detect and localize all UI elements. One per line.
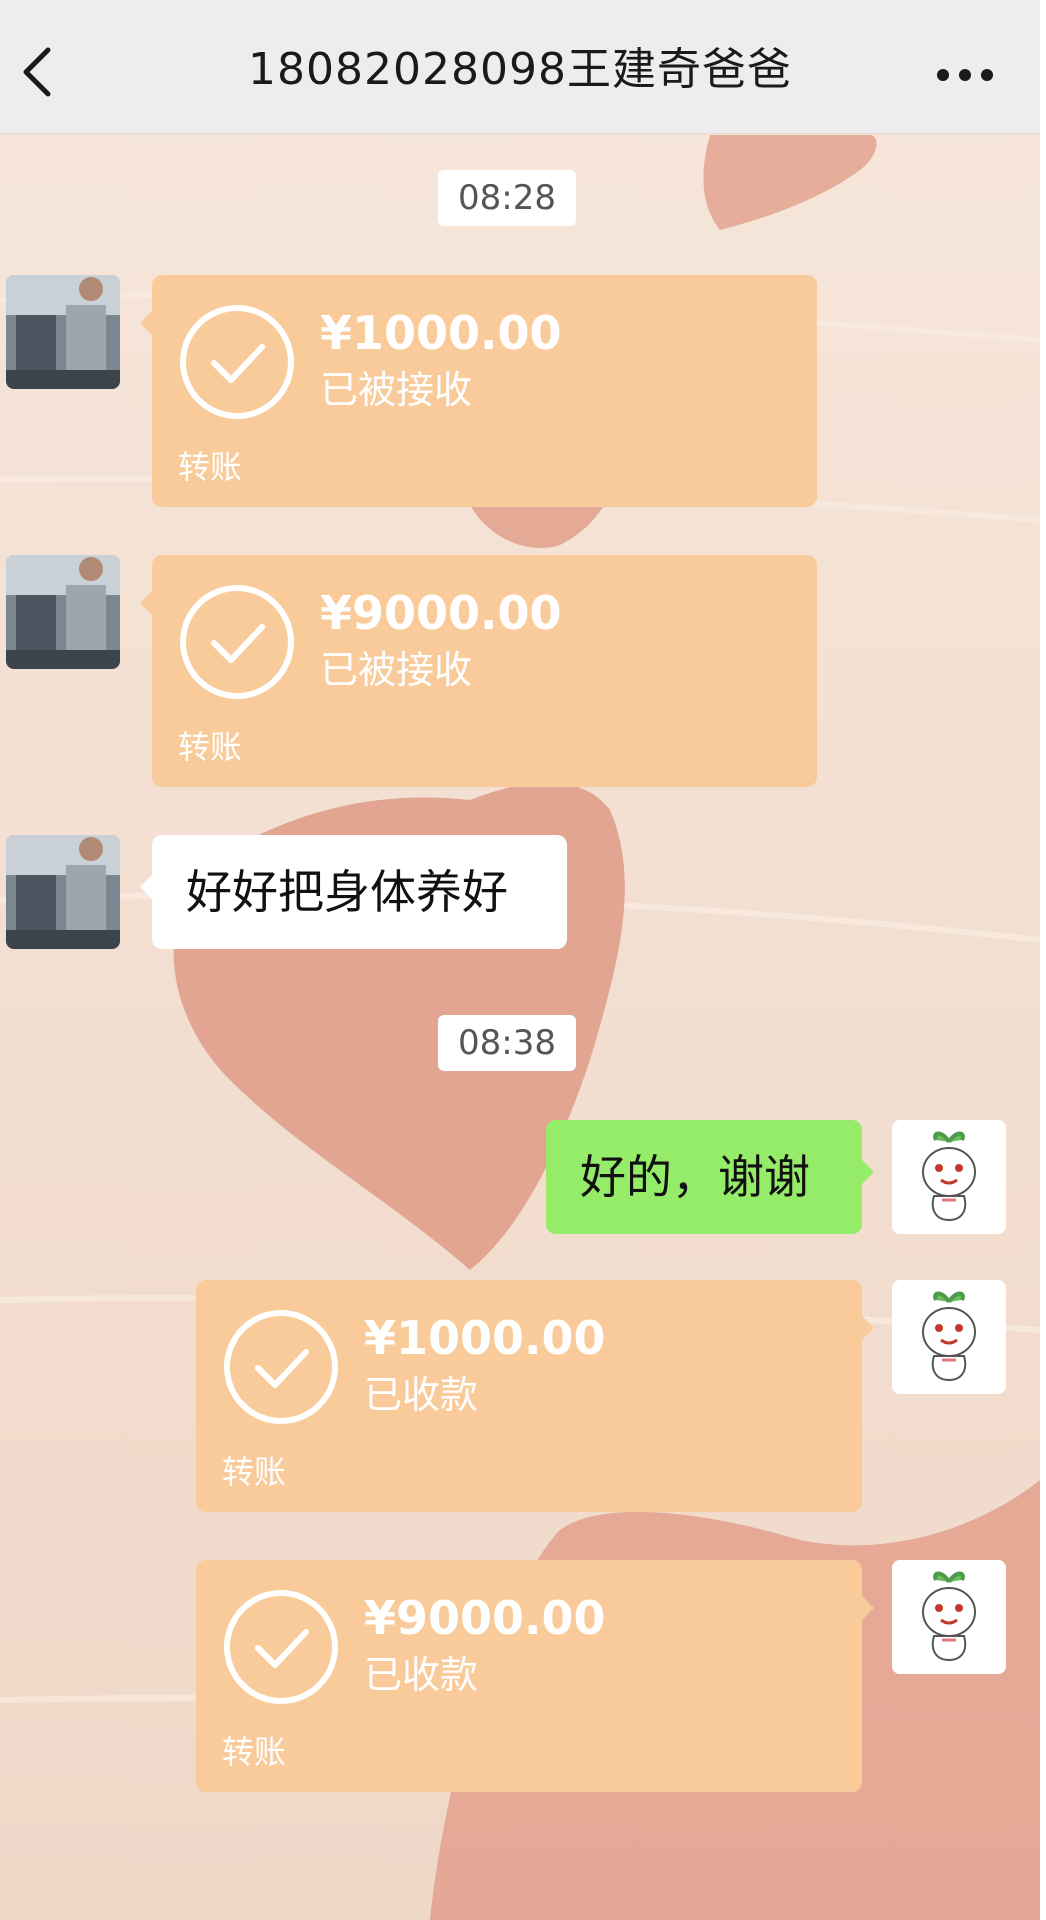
- transfer-card[interactable]: ¥9000.00 已被接收 转账: [140, 555, 817, 787]
- transfer-status: 已被接收: [320, 648, 473, 692]
- bubble-tail: [140, 591, 152, 615]
- back-button[interactable]: [8, 36, 68, 106]
- bubble-tail: [862, 1596, 874, 1620]
- chat-title: 18082028098王建奇爸爸: [248, 44, 792, 95]
- more-horizontal-icon: [937, 69, 993, 81]
- transfer-amount: ¥1000.00: [320, 306, 562, 360]
- contact-avatar[interactable]: [6, 835, 120, 949]
- transfer-amount: ¥1000.00: [364, 1311, 606, 1365]
- sticker-avatar: [892, 1120, 1006, 1234]
- check-circle-icon: [180, 585, 294, 699]
- chevron-left-icon: [23, 47, 51, 97]
- transfer-label: 转账: [222, 1733, 287, 1771]
- sent-message-bubble[interactable]: 好的，谢谢: [546, 1120, 874, 1234]
- check-circle-icon: [224, 1310, 338, 1424]
- timestamp-chip: 08:38: [438, 1015, 576, 1071]
- avatar-photo: [6, 835, 120, 949]
- page-margin: [1040, 0, 1046, 1920]
- transfer-card[interactable]: ¥1000.00 已收款 转账: [196, 1280, 874, 1512]
- sticker-avatar: [892, 1560, 1006, 1674]
- my-avatar[interactable]: [892, 1120, 1006, 1234]
- contact-avatar[interactable]: [6, 275, 120, 389]
- transfer-status: 已收款: [364, 1653, 479, 1697]
- transfer-card[interactable]: ¥1000.00 已被接收 转账: [140, 275, 817, 507]
- my-avatar[interactable]: [892, 1280, 1006, 1394]
- transfer-status: 已被接收: [320, 368, 473, 412]
- bubble-tail: [862, 1160, 874, 1184]
- bubble-tail: [140, 875, 152, 899]
- transfer-label: 转账: [222, 1453, 287, 1491]
- message-text: 好的，谢谢: [580, 1150, 810, 1204]
- message-text: 好好把身体养好: [186, 865, 508, 919]
- my-avatar[interactable]: [892, 1560, 1006, 1674]
- sticker-avatar: [892, 1280, 1006, 1394]
- timestamp-chip: 08:28: [438, 170, 576, 226]
- chat-screen: 18082028098王建奇爸爸 08:28 ¥1000.00 已被接收 转账 …: [0, 0, 1040, 1920]
- screen: 18082028098王建奇爸爸 08:28 ¥1000.00 已被接收 转账 …: [0, 0, 1046, 1920]
- bubble-tail: [862, 1316, 874, 1340]
- transfer-label: 转账: [178, 448, 243, 486]
- chat-header: 18082028098王建奇爸爸: [0, 0, 1040, 134]
- avatar-photo: [6, 275, 120, 389]
- transfer-amount: ¥9000.00: [364, 1591, 606, 1645]
- more-options-button[interactable]: [930, 50, 1000, 100]
- transfer-status: 已收款: [364, 1373, 479, 1417]
- avatar-photo: [6, 555, 120, 669]
- transfer-card[interactable]: ¥9000.00 已收款 转账: [196, 1560, 874, 1792]
- transfer-label: 转账: [178, 728, 243, 766]
- contact-avatar[interactable]: [6, 555, 120, 669]
- bubble-tail: [140, 311, 152, 335]
- check-circle-icon: [224, 1590, 338, 1704]
- check-circle-icon: [180, 305, 294, 419]
- transfer-amount: ¥9000.00: [320, 586, 562, 640]
- received-message-bubble[interactable]: 好好把身体养好: [140, 835, 567, 949]
